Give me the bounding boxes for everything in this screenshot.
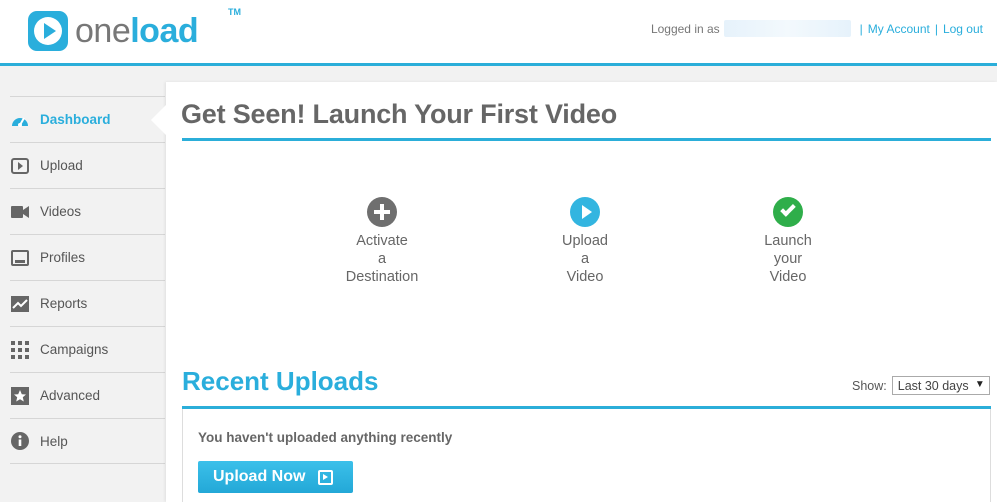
step-launch-video[interactable]: Launch your Video	[728, 197, 848, 286]
sidebar-item-label: Videos	[40, 204, 82, 219]
active-indicator-notch	[151, 105, 166, 135]
sidebar-item-label: Reports	[40, 296, 88, 311]
star-icon	[11, 386, 29, 405]
plus-circle-icon	[367, 197, 397, 227]
username-redacted	[723, 20, 851, 37]
sidebar-item-label: Help	[40, 433, 68, 449]
step-label: Upload a Video	[562, 233, 608, 285]
play-square-icon	[318, 469, 334, 485]
grid-icon	[11, 340, 29, 359]
page-title: Get Seen! Launch Your First Video	[181, 99, 617, 129]
dropdown-arrow-icon: ▼	[974, 379, 985, 390]
dashboard-icon	[11, 111, 29, 129]
sidebar-item-label: Profiles	[40, 250, 86, 265]
sidebar-item-dashboard[interactable]: Dashboard	[10, 96, 165, 142]
sidebar-item-help[interactable]: Help	[10, 418, 165, 464]
chart-icon	[11, 295, 29, 313]
check-circle-icon	[773, 197, 803, 227]
step-upload-video[interactable]: Upload a Video	[525, 197, 645, 286]
step-label: Activate a Destination	[345, 233, 419, 285]
play-circle-icon	[570, 197, 600, 227]
my-account-link[interactable]: My Account	[868, 22, 930, 36]
logo-wordmark: oneload	[75, 12, 199, 50]
sidebar-item-label: Upload	[40, 158, 83, 173]
step-label: Launch your Video	[764, 233, 812, 285]
sidebar-item-advanced[interactable]: Advanced	[10, 372, 165, 418]
oneload-logo[interactable]: oneload TM	[28, 7, 241, 51]
info-icon	[11, 432, 29, 450]
sidebar-item-upload[interactable]: Upload	[10, 142, 165, 188]
title-divider	[182, 138, 991, 141]
video-camera-icon	[11, 203, 29, 221]
sidebar-item-label: Dashboard	[40, 112, 111, 127]
log-out-link[interactable]: Log out	[943, 22, 983, 36]
sidebar-item-campaigns[interactable]: Campaigns	[10, 326, 165, 372]
header: oneload TM Logged in as | My Account | L…	[0, 0, 997, 63]
recent-uploads-title: Recent Uploads	[182, 366, 379, 396]
separator: |	[934, 21, 938, 36]
sidebar-item-videos[interactable]: Videos	[10, 188, 165, 234]
sidebar: Dashboard Upload Videos Profiles Reports…	[10, 96, 165, 464]
show-filter: Show: Last 30 days ▼	[852, 376, 990, 395]
separator: |	[859, 21, 863, 36]
sidebar-item-profiles[interactable]: Profiles	[10, 234, 165, 280]
sidebar-item-label: Advanced	[40, 388, 101, 403]
trademark-mark: TM	[228, 7, 241, 17]
upload-now-button[interactable]: Upload Now	[198, 461, 353, 493]
logged-in-label: Logged in as	[650, 21, 720, 36]
sidebar-item-reports[interactable]: Reports	[10, 280, 165, 326]
sidebar-item-label: Campaigns	[40, 342, 109, 357]
play-logo-icon	[28, 11, 68, 51]
user-bar: Logged in as | My Account | Log out	[651, 20, 983, 37]
empty-uploads-message: You haven't uploaded anything recently	[198, 430, 453, 445]
step-activate-destination[interactable]: Activate a Destination	[322, 197, 442, 286]
date-range-select[interactable]: Last 30 days ▼	[891, 376, 990, 395]
show-label: Show:	[852, 378, 887, 393]
upload-icon	[11, 157, 29, 175]
profile-icon	[11, 249, 29, 267]
